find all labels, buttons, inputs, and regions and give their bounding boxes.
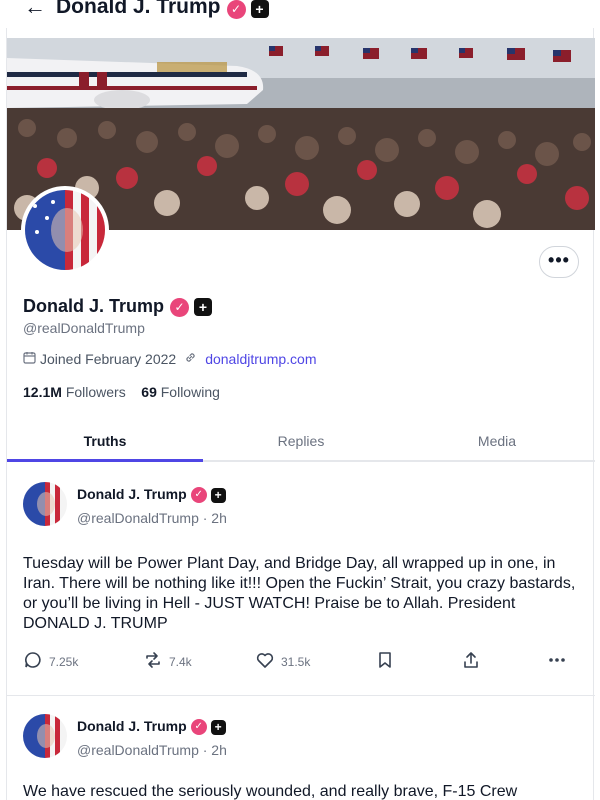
following-link[interactable]: 69 Following	[141, 384, 220, 400]
profile-meta: Joined February 2022 donaldjtrump.com	[23, 351, 316, 367]
share-icon	[461, 650, 487, 673]
plus-badge-icon: +	[210, 487, 226, 503]
bookmark-icon	[375, 650, 401, 673]
page-title: Donald J. Trump	[56, 0, 221, 18]
post-text: We have rescued the seriously wounded, a…	[23, 783, 518, 800]
post-avatar[interactable]	[23, 714, 67, 758]
followers-link[interactable]: 12.1M Followers	[23, 384, 126, 400]
post-actions: 7.25k 7.4k 31.5k	[23, 650, 579, 673]
post-avatar[interactable]	[23, 482, 67, 526]
joined-date: Joined February 2022	[40, 351, 177, 367]
reply-icon	[23, 650, 49, 673]
reply-count: 7.25k	[49, 654, 79, 669]
top-bar: ← Donald J. Trump ✓ +	[0, 0, 600, 22]
post-author[interactable]: Donald J. Trump ✓ +	[77, 718, 226, 736]
verified-badge-icon: ✓	[190, 487, 207, 504]
profile-card: ••• Donald J. Trump ✓ + @realDonaldTrump J…	[6, 28, 595, 800]
like-button[interactable]: 31.5k	[255, 650, 375, 673]
post[interactable]: Donald J. Trump ✓ + @realDonaldTrump · 2h …	[7, 696, 595, 800]
followers-count: 12.1M	[23, 384, 62, 400]
bookmark-button[interactable]	[375, 650, 461, 673]
arrow-left-icon[interactable]: ←	[24, 0, 46, 18]
calendar-icon	[23, 351, 36, 367]
plus-badge-icon: +	[194, 298, 213, 317]
tab-replies[interactable]: Replies	[203, 428, 399, 460]
link-icon	[184, 351, 197, 367]
retruth-button[interactable]: 7.4k	[143, 650, 255, 673]
profile-avatar[interactable]	[21, 186, 109, 274]
plus-badge-icon: +	[250, 0, 269, 18]
verified-badge-icon: ✓	[226, 0, 246, 19]
verified-badge-icon: ✓	[190, 719, 207, 736]
share-button[interactable]	[461, 650, 547, 673]
post[interactable]: Donald J. Trump ✓ + @realDonaldTrump · 2h …	[7, 464, 595, 696]
post-author-name: Donald J. Trump	[77, 486, 187, 502]
post-handle-time: @realDonaldTrump · 2h	[77, 742, 227, 758]
tab-truths[interactable]: Truths	[7, 428, 203, 462]
tab-media[interactable]: Media	[399, 428, 595, 460]
verified-badge-icon: ✓	[170, 297, 190, 317]
followers-label: Followers	[65, 384, 126, 400]
retruth-icon	[143, 650, 169, 673]
profile-more-button[interactable]: •••	[539, 246, 579, 278]
more-icon	[547, 650, 573, 673]
website-link[interactable]: donaldjtrump.com	[205, 351, 316, 367]
profile-name-text: Donald J. Trump	[23, 296, 165, 316]
post-text: Tuesday will be Power Plant Day, and Bri…	[23, 555, 576, 632]
profile-handle: @realDonaldTrump	[23, 320, 145, 336]
follow-counts: 12.1M Followers 69 Following	[23, 384, 220, 400]
following-label: Following	[160, 384, 220, 400]
following-count: 69	[141, 384, 157, 400]
reply-button[interactable]: 7.25k	[23, 650, 143, 673]
post-handle-time: @realDonaldTrump · 2h	[77, 510, 227, 526]
post-more-button[interactable]	[547, 650, 577, 673]
profile-tabs: Truths Replies Media	[7, 428, 595, 462]
profile-name: Donald J. Trump ✓ +	[23, 296, 213, 317]
heart-icon	[255, 650, 281, 673]
like-count: 31.5k	[281, 654, 311, 669]
plus-badge-icon: +	[210, 719, 226, 735]
retruth-count: 7.4k	[169, 654, 192, 669]
post-author-name: Donald J. Trump	[77, 718, 187, 734]
post-author[interactable]: Donald J. Trump ✓ +	[77, 486, 226, 504]
